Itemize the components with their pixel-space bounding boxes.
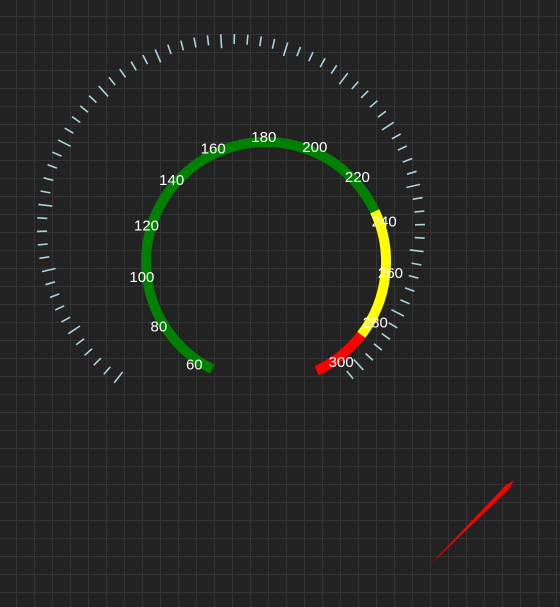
scale-label-200: 200 — [302, 139, 327, 156]
minor-tick — [296, 46, 302, 57]
minor-tick — [54, 305, 65, 311]
scale-label-160: 160 — [201, 141, 226, 158]
scale-label-100: 100 — [129, 269, 154, 286]
minor-tick — [391, 133, 402, 140]
minor-tick — [412, 196, 423, 200]
minor-tick — [414, 210, 425, 213]
major-tick — [113, 371, 124, 384]
minor-tick — [142, 54, 149, 65]
minor-tick — [79, 105, 89, 113]
minor-tick — [64, 127, 74, 134]
minor-tick — [45, 281, 56, 286]
minor-tick — [408, 274, 419, 279]
minor-tick — [193, 37, 197, 48]
minor-tick — [75, 338, 85, 346]
major-tick — [38, 203, 53, 207]
minor-tick — [49, 293, 60, 299]
minor-tick — [119, 68, 127, 78]
speed-gauge: 60 80 100 120 140 160 180 200 220 240 260 280 300 — [36, 33, 514, 566]
scale-label-180: 180 — [251, 129, 276, 146]
scale-label-140: 140 — [159, 172, 184, 189]
minor-tick — [43, 177, 54, 182]
minor-tick — [52, 151, 62, 157]
major-tick — [67, 325, 81, 335]
minor-tick — [373, 343, 383, 351]
minor-tick — [167, 44, 172, 55]
scale-label-120: 120 — [134, 218, 159, 235]
minor-tick — [397, 145, 408, 151]
minor-tick — [206, 35, 210, 46]
minor-tick — [271, 38, 276, 49]
major-tick — [409, 249, 424, 253]
minor-tick — [411, 262, 422, 266]
scale-label-240: 240 — [372, 213, 397, 230]
minor-tick — [108, 76, 116, 86]
minor-tick — [388, 322, 398, 329]
scale-label-60: 60 — [186, 356, 203, 373]
minor-tick — [360, 90, 369, 99]
minor-tick — [308, 51, 314, 62]
minor-tick — [37, 243, 48, 246]
scale-label-260: 260 — [378, 265, 403, 282]
minor-tick — [40, 190, 51, 194]
minor-tick — [381, 332, 391, 340]
minor-tick — [351, 81, 359, 90]
major-tick — [391, 308, 405, 317]
major-tick — [338, 72, 349, 85]
scale-label-80: 80 — [151, 318, 168, 335]
major-tick — [98, 85, 109, 97]
minor-tick — [365, 352, 374, 361]
minor-tick — [71, 116, 81, 124]
major-tick — [57, 139, 71, 148]
major-tick — [282, 42, 289, 57]
minor-tick — [88, 95, 97, 104]
major-tick — [154, 49, 162, 63]
minor-tick — [259, 36, 263, 47]
major-tick — [353, 359, 364, 371]
gauge-needle — [429, 480, 514, 566]
minor-tick — [406, 170, 417, 175]
minor-tick — [39, 256, 50, 260]
minor-tick — [400, 299, 410, 305]
minor-tick — [103, 366, 111, 375]
minor-tick — [84, 348, 93, 356]
scale-label-220: 220 — [345, 169, 370, 186]
minor-tick — [246, 34, 249, 45]
major-tick — [406, 183, 421, 189]
major-tick — [220, 34, 223, 49]
minor-tick — [130, 61, 137, 71]
minor-tick — [93, 357, 102, 366]
minor-tick — [346, 370, 354, 380]
scale-label-300: 300 — [329, 354, 354, 371]
minor-tick — [180, 40, 185, 51]
minor-tick — [414, 236, 425, 239]
minor-tick — [369, 100, 378, 108]
minor-tick — [330, 64, 338, 75]
scale-label-280: 280 — [363, 315, 388, 332]
minor-tick — [37, 217, 48, 220]
minor-tick — [377, 110, 387, 118]
minor-tick — [319, 57, 326, 68]
minor-tick — [402, 157, 413, 163]
major-tick — [41, 267, 56, 273]
major-tick — [381, 121, 395, 131]
minor-tick — [47, 164, 58, 169]
minor-tick — [404, 287, 415, 292]
minor-tick — [60, 316, 71, 323]
